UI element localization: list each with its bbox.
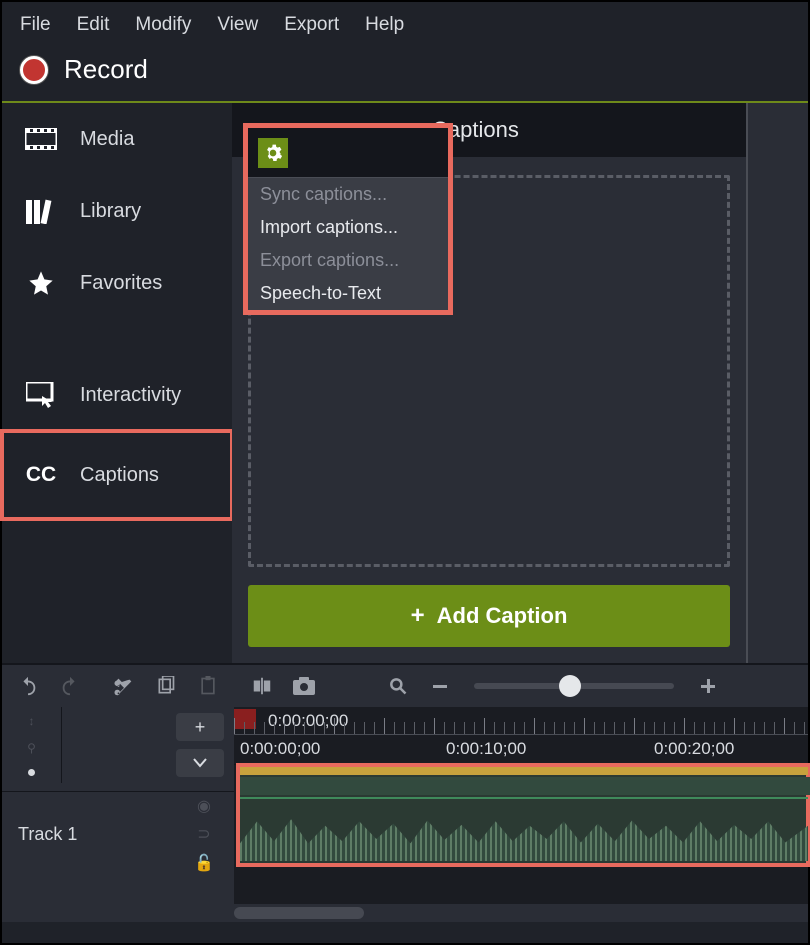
- sidebar-item-label: Favorites: [80, 272, 162, 295]
- ruler-label: 0:00:20;00: [654, 739, 734, 759]
- timeline-tracks-area[interactable]: 0:00:00;00 0:00:00;00 0:00:10;00 0:00:20…: [234, 707, 808, 922]
- menu-modify[interactable]: Modify: [135, 14, 191, 36]
- sidebar-item-label: Media: [80, 128, 134, 151]
- interactivity-icon: [24, 381, 58, 409]
- gear-menu: Sync captions... Import captions... Expo…: [248, 177, 448, 310]
- collapse-tracks-button[interactable]: [176, 749, 224, 777]
- captions-gear-dropdown: Sync captions... Import captions... Expo…: [248, 128, 448, 310]
- gear-menu-speech-to-text[interactable]: Speech-to-Text: [248, 277, 448, 310]
- sidebar-item-label: Interactivity: [80, 384, 181, 407]
- menu-help[interactable]: Help: [365, 14, 404, 36]
- captions-icon: CC: [24, 461, 58, 489]
- record-button-icon[interactable]: [20, 56, 48, 84]
- marker-dot-icon[interactable]: [28, 769, 35, 776]
- gear-icon: [263, 143, 283, 163]
- zoom-slider-thumb[interactable]: [559, 675, 581, 697]
- timeline-ruler-labels[interactable]: 0:00:00;00 0:00:10;00 0:00:20;00: [234, 735, 808, 765]
- sidebar-item-interactivity[interactable]: Interactivity: [2, 359, 232, 431]
- star-icon: [24, 269, 58, 297]
- record-row: Record: [2, 48, 808, 103]
- scrollbar-thumb[interactable]: [234, 907, 364, 919]
- sidebar: Media Library Favorites Interactivity CC: [2, 103, 232, 663]
- add-track-button[interactable]: +: [176, 713, 224, 741]
- zoom-slider[interactable]: [474, 683, 674, 689]
- magnify-icon[interactable]: ⚲: [27, 741, 36, 755]
- menu-bar: File Edit Modify View Export Help: [2, 2, 808, 48]
- track-icons: ◉ ⊃ 🔓: [190, 792, 218, 877]
- media-icon: [24, 125, 58, 153]
- sidebar-item-favorites[interactable]: Favorites: [2, 247, 232, 319]
- timeline: ↕ ⚲ + Track 1 ◉ ⊃ 🔓 0:00:00;00 0:00:00;0…: [2, 707, 808, 922]
- copy-button[interactable]: [146, 668, 186, 704]
- eye-icon[interactable]: ◉: [197, 796, 211, 816]
- clip-divider: [240, 797, 808, 799]
- timeline-toolbar: [2, 663, 808, 707]
- clip-video-thumb: [240, 777, 810, 795]
- record-label[interactable]: Record: [64, 54, 148, 85]
- paste-button[interactable]: [188, 668, 228, 704]
- timeline-ruler-top[interactable]: 0:00:00;00: [234, 707, 808, 735]
- gear-dropdown-header: [248, 128, 448, 177]
- snapshot-button[interactable]: [284, 668, 324, 704]
- split-button[interactable]: [242, 668, 282, 704]
- ruler-label: 0:00:00;00: [240, 739, 320, 759]
- menu-export[interactable]: Export: [284, 14, 339, 36]
- clip-selection-bar: [240, 767, 808, 775]
- track-label: Track 1: [2, 824, 77, 845]
- menu-view[interactable]: View: [217, 14, 258, 36]
- magnet-icon[interactable]: ⊃: [197, 824, 210, 844]
- zoom-out-button[interactable]: [420, 668, 460, 704]
- arrow-up-down-icon[interactable]: ↕: [29, 714, 35, 728]
- sidebar-item-library[interactable]: Library: [2, 175, 232, 247]
- add-caption-button[interactable]: + Add Caption: [248, 585, 730, 647]
- sidebar-item-media[interactable]: Media: [2, 103, 232, 175]
- library-icon: [24, 197, 58, 225]
- sidebar-item-label: Library: [80, 200, 141, 223]
- gear-button[interactable]: [258, 138, 288, 168]
- clip-audio-waveform: [240, 817, 808, 861]
- cut-button[interactable]: [104, 668, 144, 704]
- zoom-in-button[interactable]: [688, 668, 728, 704]
- menu-edit[interactable]: Edit: [77, 14, 110, 36]
- lock-icon[interactable]: 🔓: [194, 853, 214, 873]
- track-header[interactable]: Track 1 ◉ ⊃ 🔓: [2, 791, 234, 877]
- menu-file[interactable]: File: [20, 14, 51, 36]
- gear-menu-export-captions[interactable]: Export captions...: [248, 244, 448, 277]
- timeline-view-controls: ↕ ⚲: [2, 707, 62, 783]
- zoom-search-button[interactable]: [378, 668, 418, 704]
- chevron-down-icon: [193, 758, 207, 768]
- sidebar-item-captions[interactable]: CC Captions: [2, 431, 232, 519]
- redo-button[interactable]: [50, 668, 90, 704]
- gear-menu-import-captions[interactable]: Import captions...: [248, 211, 448, 244]
- ruler-label: 0:00:10;00: [446, 739, 526, 759]
- sidebar-item-label: Captions: [80, 464, 159, 487]
- media-clip[interactable]: [238, 765, 808, 865]
- timeline-left-panel: ↕ ⚲ + Track 1 ◉ ⊃ 🔓: [2, 707, 234, 922]
- track-1-row[interactable]: [234, 765, 808, 865]
- plus-icon: +: [411, 602, 425, 630]
- timeline-horizontal-scrollbar[interactable]: [234, 904, 808, 922]
- ruler-ticks: [234, 722, 808, 734]
- add-caption-label: Add Caption: [437, 603, 568, 629]
- gear-menu-sync-captions[interactable]: Sync captions...: [248, 178, 448, 211]
- undo-button[interactable]: [8, 668, 48, 704]
